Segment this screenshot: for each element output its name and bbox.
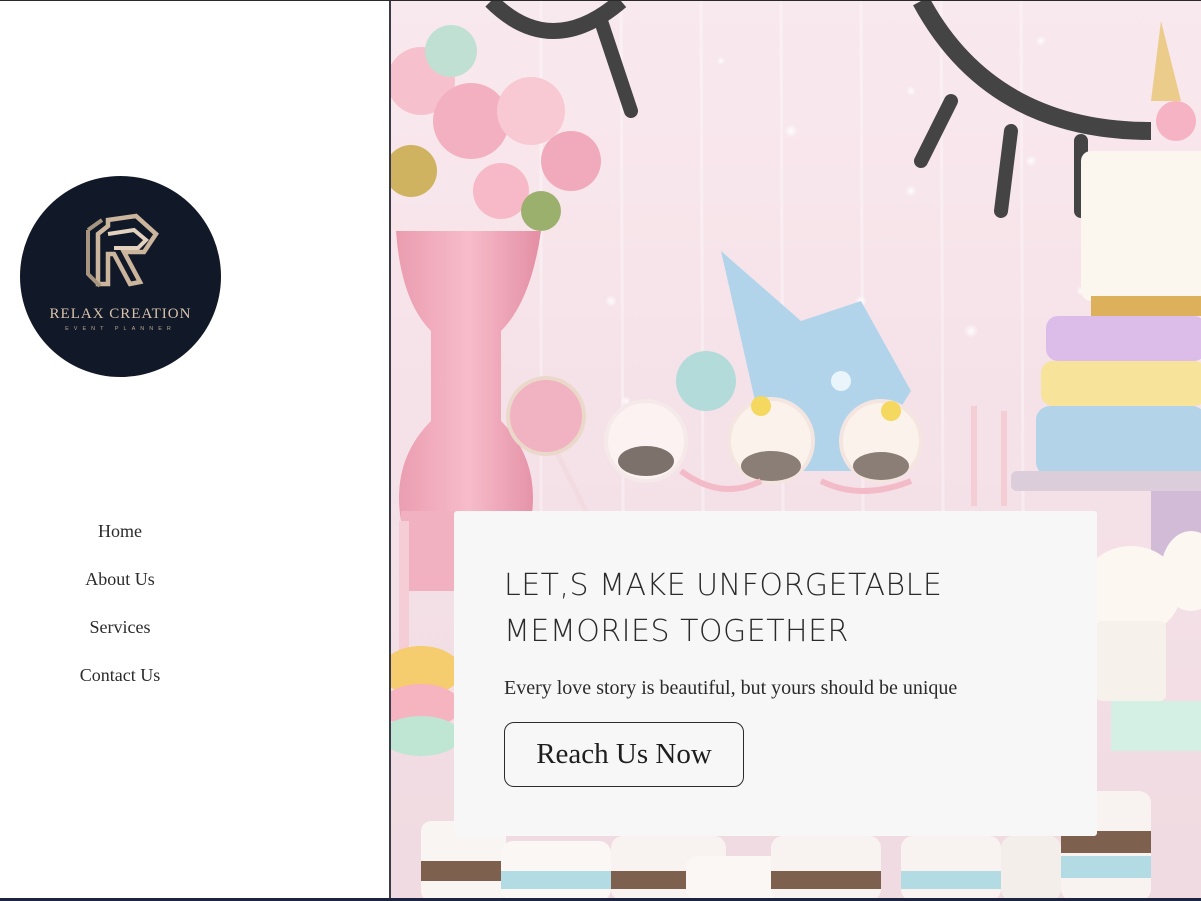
hero-title: LET,S MAKE UNFORGETABLE MEMORIES TOGETHE…: [504, 568, 943, 649]
hero-card: LET,S MAKE UNFORGETABLE MEMORIES TOGETHE…: [454, 511, 1097, 836]
brand-name: RELAX CREATION: [49, 306, 192, 322]
sidebar: RELAX CREATION EVENT PLANNER Home About …: [0, 1, 391, 901]
nav-item-about-us[interactable]: About Us: [0, 564, 240, 612]
page: RELAX CREATION EVENT PLANNER Home About …: [0, 0, 1201, 901]
hero-subtitle: Every love story is beautiful, but yours…: [504, 677, 958, 699]
reach-us-button[interactable]: Reach Us Now: [504, 722, 744, 787]
brand-tagline: EVENT PLANNER: [65, 326, 176, 332]
main-nav: Home About Us Services Contact Us: [0, 516, 240, 708]
nav-item-services[interactable]: Services: [0, 612, 240, 660]
nav-item-contact-us[interactable]: Contact Us: [0, 660, 240, 708]
hero-section: LET,S MAKE UNFORGETABLE MEMORIES TOGETHE…: [391, 1, 1201, 901]
nav-item-home[interactable]: Home: [0, 516, 240, 564]
rc-monogram-icon: [86, 213, 159, 288]
brand-logo[interactable]: RELAX CREATION EVENT PLANNER: [20, 176, 221, 377]
